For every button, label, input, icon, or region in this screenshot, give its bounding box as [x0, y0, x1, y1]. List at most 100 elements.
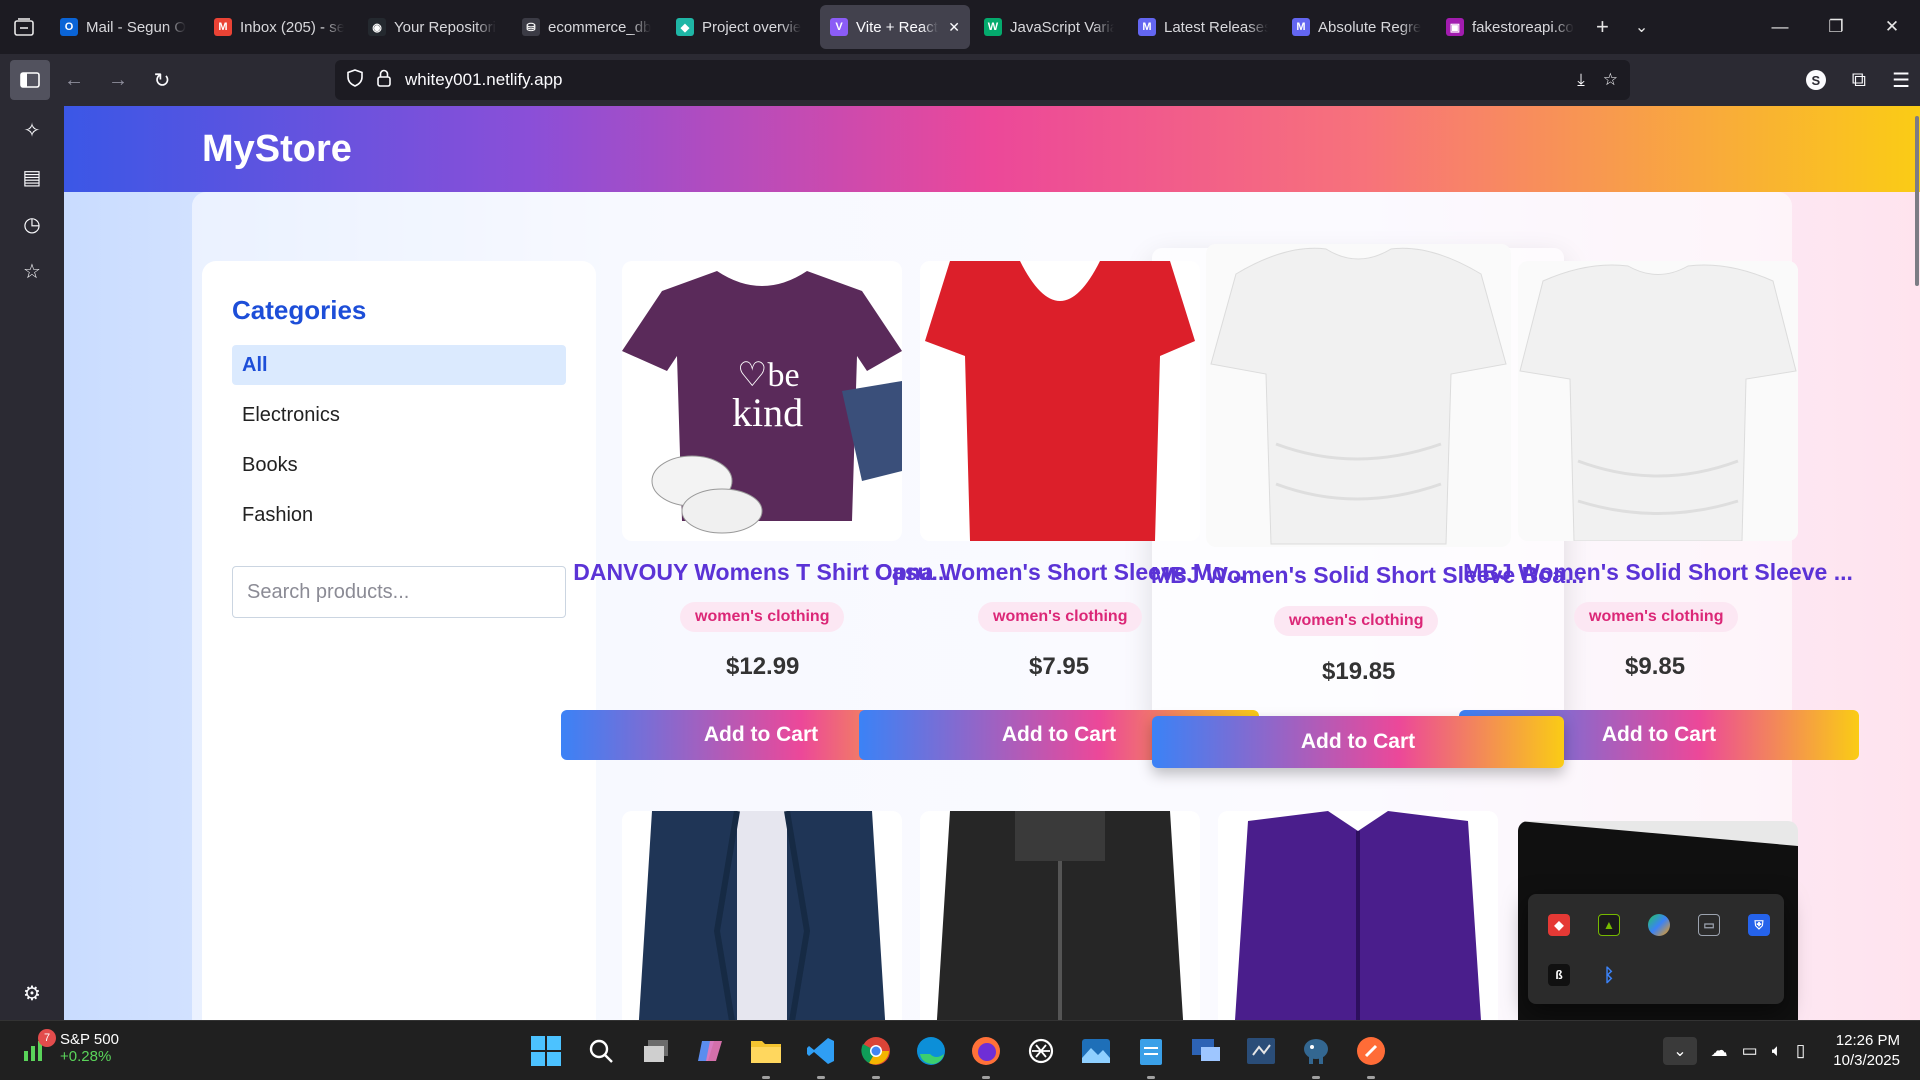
page-scrollbar[interactable]	[1914, 106, 1920, 1020]
menu-hamburger-icon[interactable]: ☰	[1892, 68, 1910, 93]
security-shield-icon[interactable]: ⛨	[1748, 914, 1770, 936]
color-wheel-icon[interactable]	[1648, 914, 1670, 936]
url-text[interactable]: whitey001.netlify.app	[405, 70, 563, 90]
close-window-icon[interactable]: ✕	[1864, 0, 1920, 54]
sidebar-settings-gear-icon[interactable]: ⚙	[23, 981, 41, 1006]
chrome-icon[interactable]	[858, 1033, 894, 1079]
m-icon: M	[1138, 18, 1156, 36]
postgres-elephant-icon[interactable]	[1298, 1033, 1334, 1079]
account-icon[interactable]: S	[1805, 70, 1826, 90]
back-arrow-icon[interactable]: ←	[54, 60, 94, 100]
bluetooth-manager-icon[interactable]: ß	[1548, 964, 1570, 986]
browser-tab[interactable]: M Latest Releases	[1128, 5, 1278, 49]
product-image-black-jacket[interactable]	[920, 811, 1200, 1020]
product-image-white-top[interactable]	[1206, 244, 1511, 547]
battery-icon[interactable]: ▯	[1796, 1041, 1805, 1061]
category-all[interactable]: All	[232, 345, 566, 385]
product-image-tshirt-purple[interactable]: ♡be kind	[622, 261, 902, 541]
clock-time: 12:26 PM	[1835, 1032, 1900, 1049]
browser-tab[interactable]: ⛁ ecommerce_db	[512, 5, 662, 49]
category-books[interactable]: Books	[232, 445, 566, 485]
clock[interactable]: 12:26 PM 10/3/2025	[1833, 1031, 1900, 1071]
web-content: MyStore Categories All Electronics Books…	[64, 106, 1920, 1020]
forward-arrow-icon[interactable]: →	[98, 60, 138, 100]
site-title[interactable]: MyStore	[202, 128, 352, 171]
category-badge: women's clothing	[1574, 602, 1739, 632]
shield-icon[interactable]	[347, 68, 363, 92]
browser-tab[interactable]: ◉ Your Repositori	[358, 5, 508, 49]
firefox-icon[interactable]	[968, 1033, 1004, 1079]
address-bar[interactable]: whitey001.netlify.app ⤓ ☆	[335, 60, 1630, 100]
stock-chart-icon: 7	[22, 1029, 56, 1061]
github-icon: ◉	[368, 18, 386, 36]
tab-title: Project overvie	[702, 18, 802, 36]
lock-icon[interactable]	[377, 69, 391, 92]
bookmarks-star-icon[interactable]: ☆	[23, 259, 41, 284]
minimize-icon[interactable]: —	[1752, 0, 1808, 54]
nvidia-icon[interactable]: ▲	[1598, 914, 1620, 936]
photos-icon[interactable]	[1078, 1033, 1114, 1069]
remote-display-icon[interactable]: ▭	[1698, 914, 1720, 936]
edge-icon[interactable]	[913, 1033, 949, 1069]
close-tab-icon[interactable]: ✕	[948, 19, 960, 36]
search-icon[interactable]	[583, 1033, 619, 1069]
onedrive-cloud-icon[interactable]: ☁	[1711, 1041, 1728, 1061]
ai-chatbot-icon[interactable]: ✧	[24, 118, 41, 143]
tab-title: Latest Releases	[1164, 18, 1268, 36]
stock-delta: +0.28%	[60, 1048, 112, 1065]
browser-tab[interactable]: M Inbox (205) - se	[204, 5, 354, 49]
bluetooth-icon[interactable]: ᛒ	[1598, 964, 1620, 986]
task-view-icon[interactable]	[638, 1033, 674, 1069]
browser-tab[interactable]: M Absolute Regre	[1282, 5, 1432, 49]
vite-icon: V	[830, 18, 848, 36]
category-electronics[interactable]: Electronics	[232, 395, 566, 435]
tab-list-icon[interactable]	[0, 0, 48, 54]
browser-tab[interactable]: ▣ fakestoreapi.co	[1436, 5, 1586, 49]
history-icon[interactable]: ◷	[23, 212, 40, 237]
tab-title: fakestoreapi.co	[1472, 18, 1574, 36]
ssms-icon[interactable]	[1243, 1033, 1279, 1069]
product-title[interactable]: MBJ Women's Solid Short Sleeve ...	[1448, 559, 1868, 586]
windows-start-icon[interactable]	[528, 1033, 564, 1069]
extensions-icon[interactable]: ⧉	[1852, 69, 1866, 92]
file-explorer-icon[interactable]	[748, 1033, 784, 1079]
w3-icon: W	[984, 18, 1002, 36]
anydesk-icon[interactable]: ◆	[1548, 914, 1570, 936]
chatgpt-icon[interactable]	[1023, 1033, 1059, 1069]
notepad-icon[interactable]	[1133, 1033, 1169, 1079]
store-icon: ▣	[1446, 18, 1464, 36]
stock-widget[interactable]: 7 S&P 500 +0.28%	[22, 1029, 119, 1065]
tab-title: ecommerce_db	[548, 18, 652, 36]
new-tab-plus-icon[interactable]: +	[1596, 14, 1609, 40]
browser-tab[interactable]: ◆ Project overvie	[666, 5, 816, 49]
product-image-navy-jacket[interactable]	[622, 811, 902, 1020]
product-image-purple-jacket[interactable]	[1218, 811, 1498, 1020]
tab-title: Mail - Segun O	[86, 18, 187, 36]
tray-overflow-chevron-icon[interactable]: ⌄	[1663, 1037, 1697, 1065]
network-icon[interactable]: ▭	[1742, 1041, 1758, 1061]
remote-desktop-icon[interactable]	[1188, 1033, 1224, 1069]
scrollbar-thumb[interactable]	[1915, 116, 1919, 286]
save-to-pocket-icon[interactable]: ⤓	[1577, 70, 1585, 90]
tab-overflow-chevron-icon[interactable]: ⌄	[1635, 17, 1648, 37]
search-input[interactable]	[232, 566, 566, 618]
volume-icon[interactable]: 🔈︎	[1772, 1041, 1782, 1061]
product-image-white-top[interactable]	[1518, 261, 1798, 541]
restore-icon[interactable]: ❐	[1808, 0, 1864, 54]
category-badge: women's clothing	[680, 602, 845, 632]
bookmark-star-icon[interactable]: ☆	[1603, 70, 1618, 90]
vscode-icon[interactable]	[803, 1033, 839, 1079]
browser-tab[interactable]: W JavaScript Varia	[974, 5, 1124, 49]
reload-icon[interactable]: ↻	[142, 60, 182, 100]
synced-tabs-icon[interactable]: ▤	[23, 165, 42, 190]
add-to-cart-button-hovered[interactable]: Add to Cart	[1152, 716, 1564, 768]
product-image-tshirt-red[interactable]	[920, 261, 1200, 541]
copilot-icon[interactable]	[693, 1033, 729, 1069]
browser-tab[interactable]: O Mail - Segun O	[50, 5, 200, 49]
outlook-icon: O	[60, 18, 78, 36]
sidebar-toggle-icon[interactable]	[10, 60, 50, 100]
postman-icon[interactable]	[1353, 1033, 1389, 1079]
browser-navbar: ← → ↻ whitey001.netlify.app ⤓ ☆ S ⧉ ☰	[0, 54, 1920, 106]
browser-tab[interactable]: V Vite + React ✕	[820, 5, 970, 49]
category-fashion[interactable]: Fashion	[232, 495, 566, 535]
